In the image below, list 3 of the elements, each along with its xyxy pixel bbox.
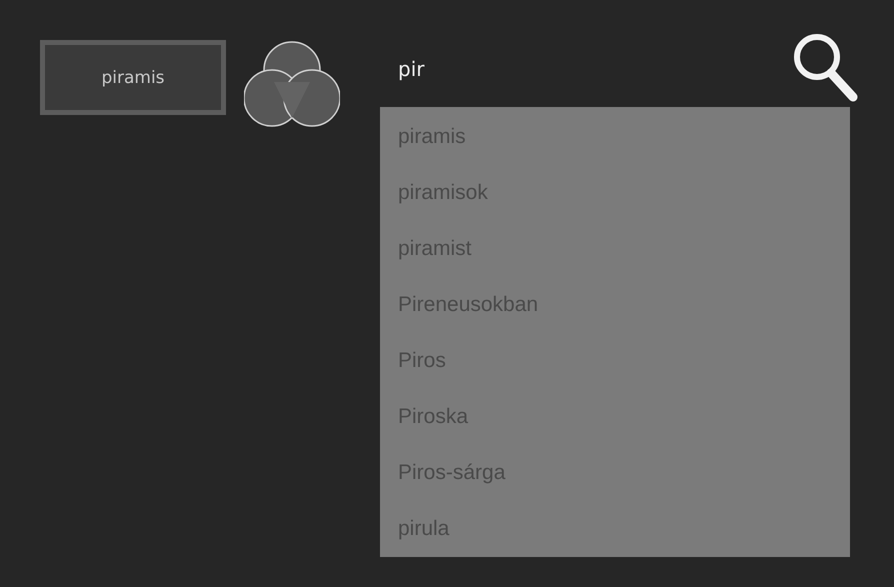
trefoil-icon bbox=[244, 40, 340, 128]
search-field[interactable]: pir bbox=[380, 49, 698, 89]
word-button[interactable]: piramis bbox=[40, 40, 226, 115]
